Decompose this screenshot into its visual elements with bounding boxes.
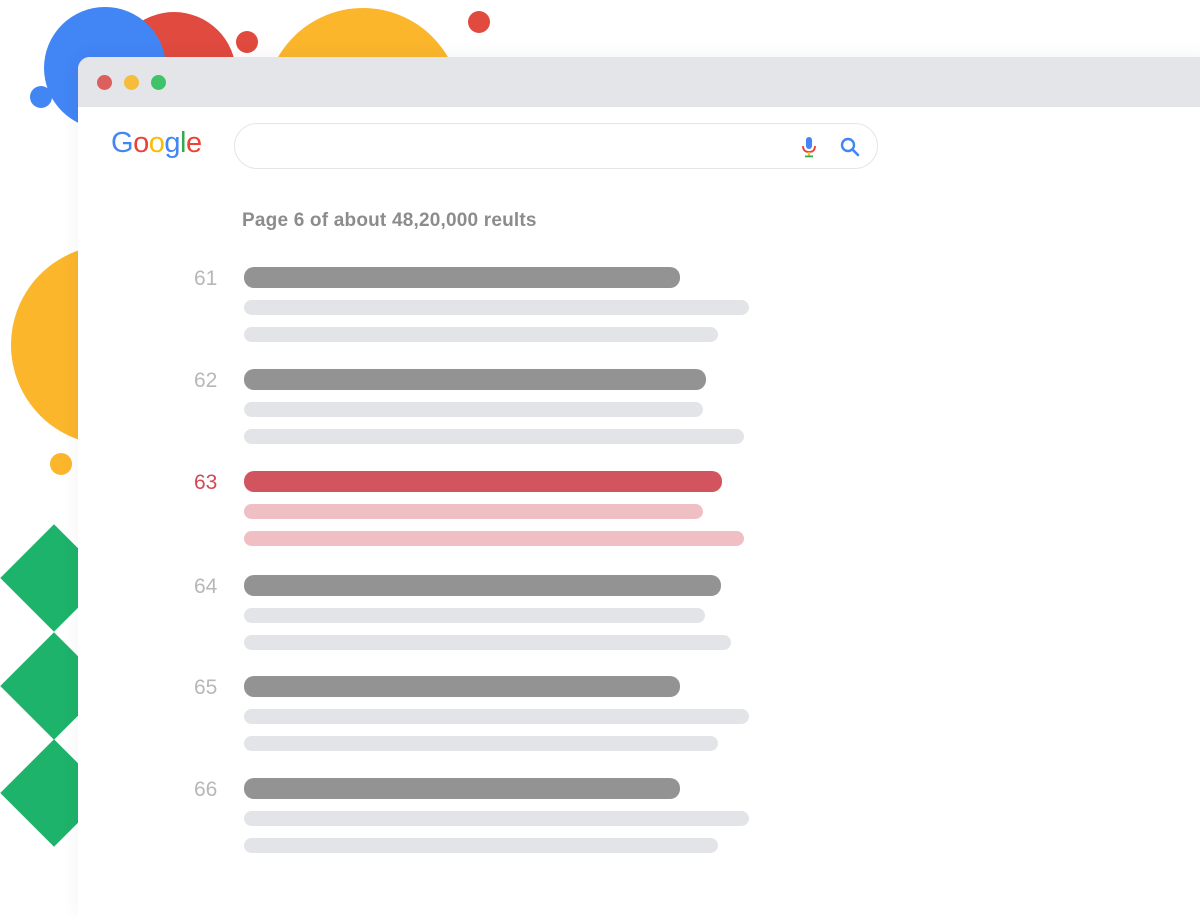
result-number: 64 bbox=[194, 575, 218, 598]
result-title[interactable] bbox=[244, 267, 680, 288]
result-snippet-line bbox=[244, 327, 718, 342]
result-snippet-line bbox=[244, 709, 749, 724]
logo-letter: g bbox=[164, 127, 180, 159]
search-icon[interactable] bbox=[839, 136, 861, 158]
result-number: 66 bbox=[194, 778, 218, 801]
result-item[interactable]: 64 bbox=[78, 575, 838, 665]
minimize-dot[interactable] bbox=[124, 75, 139, 90]
result-title[interactable] bbox=[244, 471, 722, 492]
logo-letter: o bbox=[133, 127, 149, 159]
browser-window: Google Page 6 of about 48,20,000 reults … bbox=[78, 57, 1200, 917]
title-bar bbox=[78, 57, 1200, 107]
result-item[interactable]: 65 bbox=[78, 676, 838, 766]
result-snippet-line bbox=[244, 531, 744, 546]
decor-red-dot bbox=[468, 11, 490, 33]
result-number: 63 bbox=[194, 471, 218, 494]
mic-icon[interactable] bbox=[801, 136, 817, 158]
result-snippet-line bbox=[244, 402, 703, 417]
result-title[interactable] bbox=[244, 778, 680, 799]
logo-letter: e bbox=[185, 127, 202, 159]
close-dot[interactable] bbox=[97, 75, 112, 90]
result-snippet-line bbox=[244, 736, 718, 751]
result-snippet-line bbox=[244, 429, 744, 444]
result-title[interactable] bbox=[244, 369, 706, 390]
result-number: 65 bbox=[194, 676, 218, 699]
result-number: 62 bbox=[194, 369, 218, 392]
result-item[interactable]: 62 bbox=[78, 369, 838, 459]
result-number: 61 bbox=[194, 267, 218, 290]
result-snippet-line bbox=[244, 635, 731, 650]
result-item[interactable]: 66 bbox=[78, 778, 838, 868]
result-snippet-line bbox=[244, 300, 749, 315]
logo-letter: G bbox=[111, 127, 134, 159]
result-snippet-line bbox=[244, 811, 749, 826]
result-item-highlighted[interactable]: 63 bbox=[78, 471, 838, 561]
logo-letter: o bbox=[148, 127, 165, 159]
decor-red-dot bbox=[236, 31, 258, 53]
result-stats: Page 6 of about 48,20,000 reults bbox=[242, 210, 537, 231]
result-title[interactable] bbox=[244, 676, 680, 697]
google-logo: Google bbox=[111, 127, 202, 160]
result-snippet-line bbox=[244, 838, 718, 853]
maximize-dot[interactable] bbox=[151, 75, 166, 90]
search-input[interactable] bbox=[234, 123, 878, 169]
decor-blue-dot bbox=[30, 86, 52, 108]
result-title[interactable] bbox=[244, 575, 721, 596]
decor-yellow-dot bbox=[50, 453, 72, 475]
result-snippet-line bbox=[244, 504, 703, 519]
result-snippet-line bbox=[244, 608, 705, 623]
result-item[interactable]: 61 bbox=[78, 267, 838, 357]
